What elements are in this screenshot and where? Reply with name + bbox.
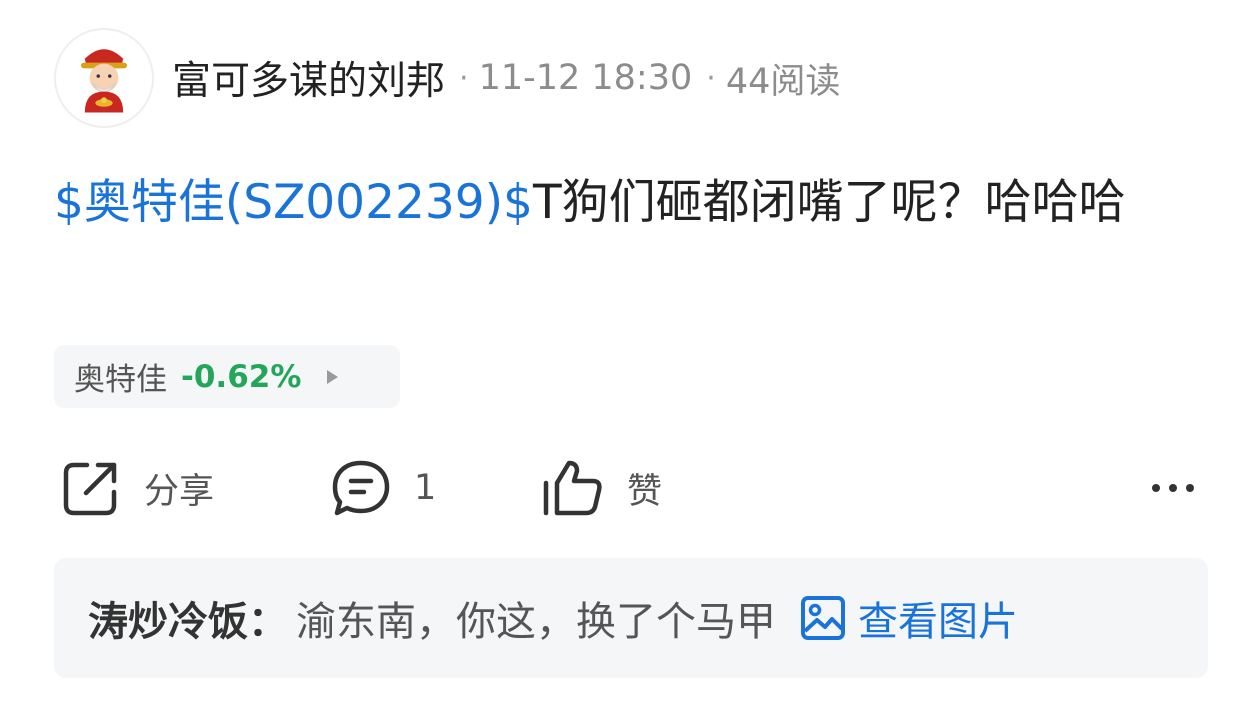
post-body: $奥特佳(SZ002239)$T狗们砸都闭嘴了呢？哈哈哈 — [54, 162, 1214, 244]
share-button[interactable]: 分享 — [60, 452, 214, 524]
action-bar: 分享 1 赞 — [0, 452, 1260, 524]
thumbs-up-icon — [543, 460, 602, 516]
meta-separator: · — [459, 60, 469, 96]
meta-separator: · — [706, 60, 716, 96]
stock-chip-name: 奥特佳 — [74, 362, 167, 398]
author-name[interactable]: 富可多谋的刘邦 — [172, 50, 445, 106]
avatar-image — [57, 31, 151, 125]
avatar[interactable] — [54, 28, 154, 128]
post-card: 富可多谋的刘邦 · 11-12 18:30 · 44阅读 $奥特佳(SZ0022… — [0, 0, 1260, 705]
comment-button[interactable]: 1 — [330, 452, 436, 524]
like-button[interactable]: 赞 — [541, 452, 662, 524]
stock-chip[interactable]: 奥特佳 -0.62% — [54, 345, 400, 408]
more-button[interactable] — [1148, 452, 1198, 524]
comment-user[interactable]: 涛炒冷饭 — [88, 589, 248, 647]
post-text: T狗们砸都闭嘴了呢？哈哈哈 — [532, 175, 1126, 230]
share-label: 分享 — [144, 471, 215, 512]
post-meta: 富可多谋的刘邦 · 11-12 18:30 · 44阅读 — [172, 50, 840, 106]
image-icon — [801, 596, 845, 640]
chevron-right-icon — [327, 369, 339, 384]
post-timestamp: 11-12 18:30 — [478, 58, 693, 98]
like-label: 赞 — [627, 471, 663, 512]
view-image-label: 查看图片 — [858, 599, 1018, 645]
comment-icon — [332, 460, 390, 516]
view-image-link[interactable]: 查看图片 — [800, 589, 1018, 647]
comment-count: 1 — [414, 468, 437, 508]
stock-chip-change: -0.62% — [181, 358, 302, 395]
comment-text: 渝东南，你这，换了个马甲 — [296, 599, 776, 645]
comment-colon: ： — [248, 599, 288, 645]
stock-link[interactable]: $奥特佳(SZ002239)$ — [54, 175, 533, 230]
comment-preview[interactable]: 涛炒冷饭 ： 渝东南，你这，换了个马甲 查看图片 — [54, 558, 1208, 678]
more-icon — [1152, 484, 1194, 492]
read-count: 44阅读 — [725, 61, 841, 102]
share-icon — [63, 462, 117, 516]
